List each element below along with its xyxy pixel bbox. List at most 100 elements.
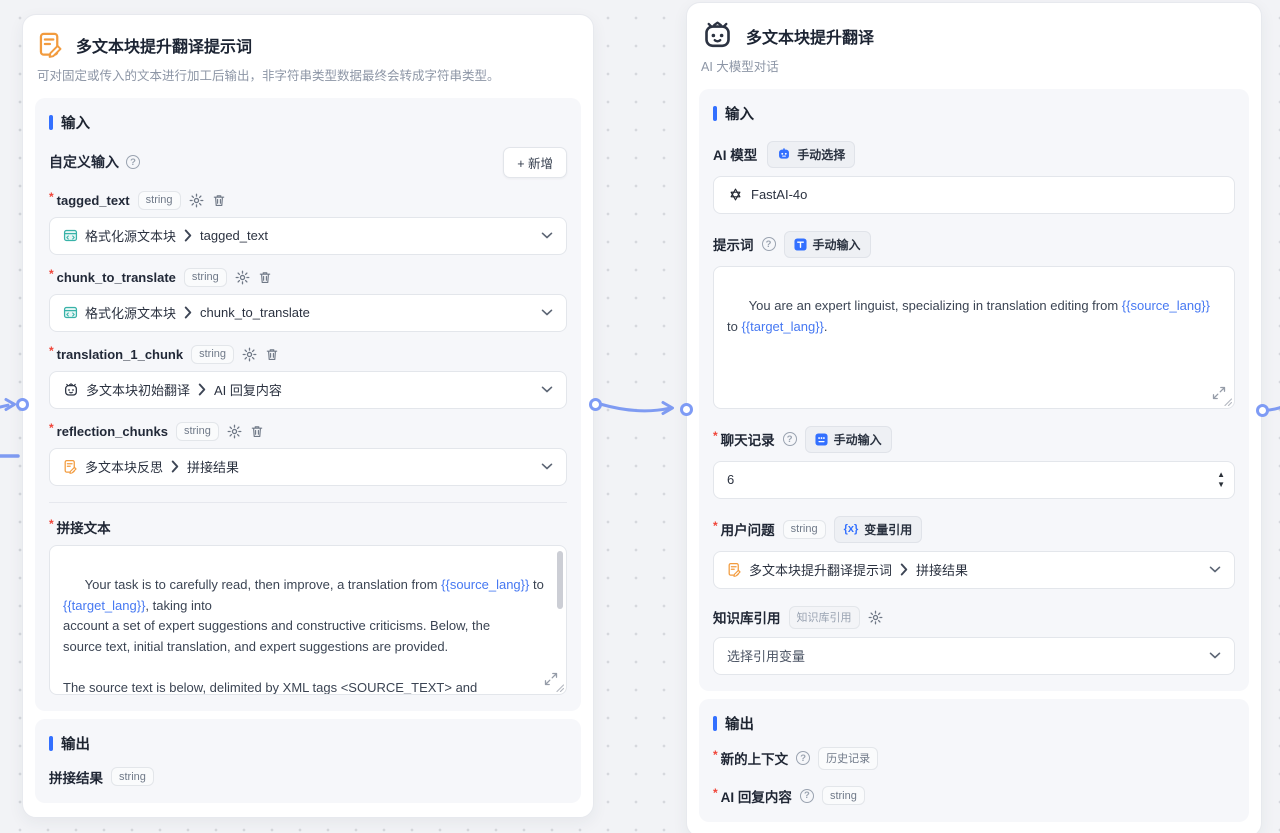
section-accent-bar (49, 115, 53, 130)
delete-field-icon[interactable] (212, 193, 226, 208)
field-name: translation_1_chunk (57, 347, 183, 362)
chevron-down-icon (541, 309, 553, 316)
chat-history-value: 6 (727, 472, 734, 487)
stepper-up-icon[interactable] (1217, 471, 1225, 479)
connection-edge (1267, 407, 1280, 410)
node-title: 多文本块提升翻译提示词 (76, 33, 252, 57)
value-reference-select[interactable]: 多文本块反思 拼接结果 (49, 448, 567, 486)
kb-settings-icon[interactable] (868, 610, 883, 625)
help-icon[interactable] (796, 751, 810, 765)
node-card-text-concat[interactable]: 多文本块提升翻译提示词 可对固定或传入的文本进行加工后输出，非字符串类型数据最终… (22, 14, 594, 818)
connection-handle-right-card-input[interactable] (680, 403, 693, 416)
node-title: 多文本块提升翻译 (746, 24, 874, 48)
model-mode-badge[interactable]: 手动选择 (767, 141, 855, 168)
type-badge: string (111, 767, 154, 786)
node-card-ai-chat[interactable]: 多文本块提升翻译 AI 大模型对话 输入 AI 模型 手动选择 FastAI-4… (686, 2, 1262, 833)
keyboard-input-icon (815, 433, 828, 446)
delete-field-icon[interactable] (258, 270, 272, 285)
user-question-label: 用户问题 (721, 519, 775, 539)
concat-text-textarea[interactable]: Your task is to carefully read, then imp… (49, 545, 567, 695)
chevron-right-icon (171, 460, 179, 473)
kb-type-badge: 知识库引用 (789, 606, 860, 629)
required-asterisk (713, 520, 719, 538)
code-block-icon (63, 305, 78, 320)
edit-field-icon[interactable] (227, 424, 242, 439)
edit-field-icon[interactable] (235, 270, 250, 285)
ai-model-label: AI 模型 (713, 144, 757, 164)
scrollbar-thumb[interactable] (557, 551, 563, 609)
value-reference-select[interactable]: 格式化源文本块 chunk_to_translate (49, 294, 567, 332)
add-input-button[interactable]: + 新增 (503, 147, 567, 178)
output-name: AI 回复内容 (721, 786, 792, 806)
reference-source: 多文本块提升翻译提示词 (749, 560, 892, 579)
robot-icon (63, 382, 79, 398)
type-badge: string (783, 520, 826, 539)
prompt-label: 提示词 (713, 234, 754, 254)
output-panel: 输出 新的上下文 历史记录 AI 回复内容 string (699, 699, 1249, 822)
custom-input-label: 自定义输入 (49, 152, 119, 172)
model-select[interactable]: FastAI-4o (713, 176, 1235, 214)
prompt-mode-badge[interactable]: 手动输入 (784, 231, 871, 258)
help-icon[interactable] (126, 155, 140, 169)
robot-icon (701, 19, 734, 52)
required-asterisk (713, 787, 719, 805)
field-name: reflection_chunks (57, 424, 168, 439)
model-value: FastAI-4o (751, 187, 807, 202)
resize-handle-icon[interactable] (1224, 398, 1232, 406)
stepper-down-icon[interactable] (1217, 481, 1225, 489)
text-editor-icon (63, 459, 78, 474)
type-badge: 历史记录 (818, 747, 878, 770)
required-asterisk (49, 422, 55, 440)
connection-handle-right-card-output[interactable] (1256, 404, 1269, 417)
input-field-translation-1-chunk: translation_1_chunk string 多文本块初始翻译 AI 回… (49, 345, 567, 409)
section-accent-bar (49, 736, 53, 751)
chevron-right-icon (184, 306, 192, 319)
connection-handle-left-card-input[interactable] (16, 398, 29, 411)
concat-text-label: 拼接文本 (57, 517, 111, 537)
reference-source: 格式化源文本块 (85, 226, 176, 245)
reference-value: chunk_to_translate (200, 305, 310, 320)
help-icon[interactable] (783, 432, 797, 446)
edge-arrowhead (6, 400, 15, 410)
connection-edge (600, 404, 669, 411)
required-asterisk (713, 749, 719, 767)
chevron-down-icon (541, 386, 553, 393)
kb-select-placeholder: 选择引用变量 (727, 646, 805, 665)
value-reference-select[interactable]: 多文本块初始翻译 AI 回复内容 (49, 371, 567, 409)
help-icon[interactable] (762, 237, 776, 251)
type-badge: string (176, 422, 219, 441)
type-badge: string (184, 268, 227, 287)
resize-handle-icon[interactable] (556, 684, 564, 692)
field-name: chunk_to_translate (57, 270, 176, 285)
input-panel: 输入 AI 模型 手动选择 FastAI-4o 提示词 手动输入 You are (699, 89, 1249, 691)
reference-source: 多文本块初始翻译 (86, 380, 190, 399)
input-field-tagged-text: tagged_text string 格式化源文本块 tagged_text (49, 191, 567, 255)
prompt-textarea[interactable]: You are an expert linguist, specializing… (713, 266, 1235, 409)
question-reference-select[interactable]: 多文本块提升翻译提示词 拼接结果 (713, 551, 1235, 589)
delete-field-icon[interactable] (250, 424, 264, 439)
variable-reference-badge[interactable]: {x} 变量引用 (834, 516, 923, 543)
edit-field-icon[interactable] (242, 347, 257, 362)
edit-field-icon[interactable] (189, 193, 204, 208)
help-icon[interactable] (800, 789, 814, 803)
divider (49, 502, 567, 503)
type-badge: string (138, 191, 181, 210)
delete-field-icon[interactable] (265, 347, 279, 362)
value-reference-select[interactable]: 格式化源文本块 tagged_text (49, 217, 567, 255)
text-editor-icon (37, 31, 64, 58)
required-asterisk (49, 518, 55, 536)
kb-reference-select[interactable]: 选择引用变量 (713, 637, 1235, 675)
chat-history-label: 聊天记录 (721, 429, 775, 449)
node-description: 可对固定或传入的文本进行加工后输出，非字符串类型数据最终会转成字符串类型。 (37, 67, 577, 86)
variable-icon: {x} (844, 523, 859, 535)
reference-source: 多文本块反思 (85, 457, 163, 476)
type-badge: string (191, 345, 234, 364)
connection-handle-left-card-output[interactable] (589, 398, 602, 411)
chat-history-number-input[interactable]: 6 (713, 461, 1235, 499)
chevron-right-icon (198, 383, 206, 396)
history-mode-badge[interactable]: 手动输入 (805, 426, 892, 453)
text-input-icon (794, 238, 807, 251)
section-title-output: 输出 (61, 733, 90, 754)
concat-text-value: Your task is to carefully read, then imp… (63, 577, 544, 694)
section-title-output: 输出 (725, 713, 754, 734)
